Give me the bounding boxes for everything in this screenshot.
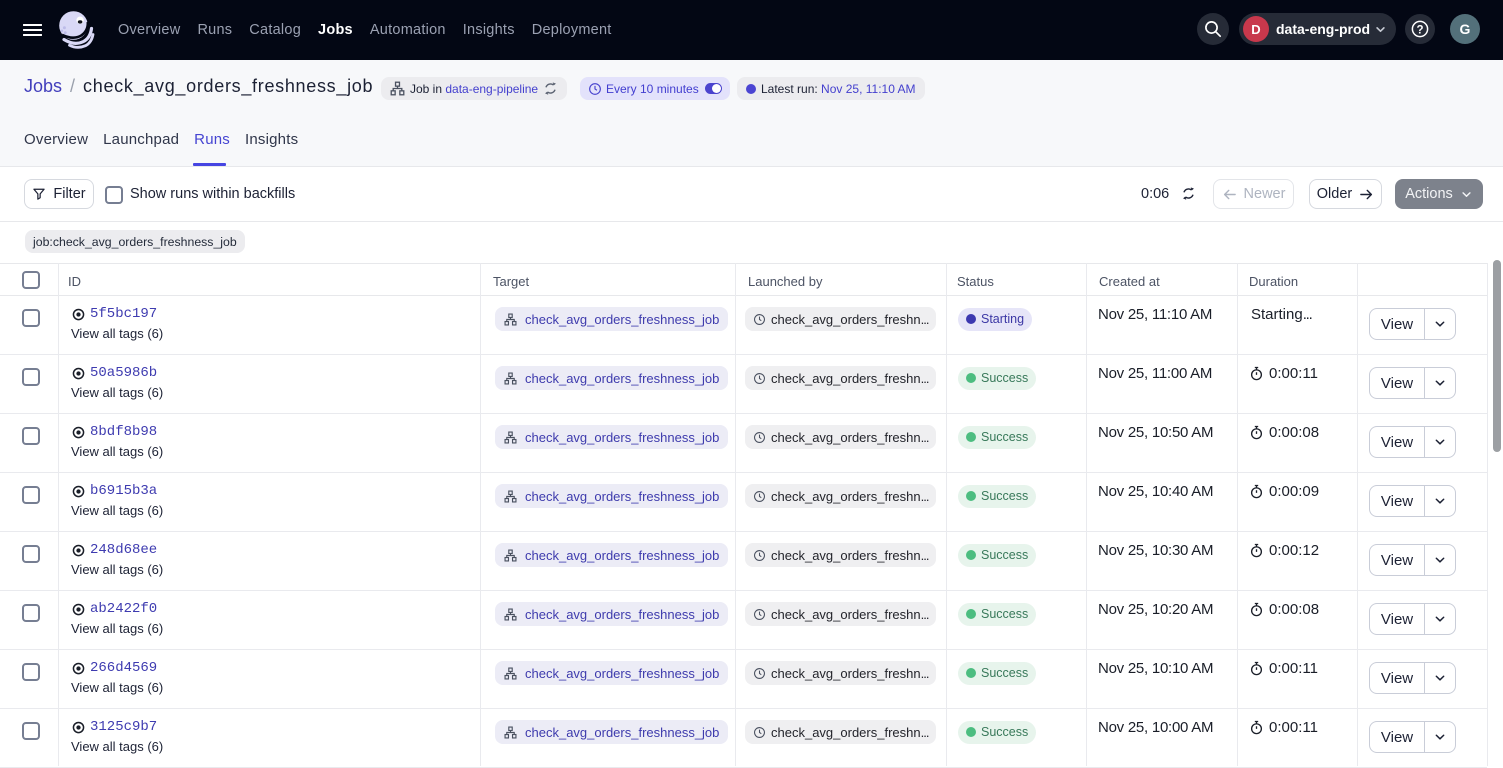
svg-text:?: ? xyxy=(1416,24,1423,36)
